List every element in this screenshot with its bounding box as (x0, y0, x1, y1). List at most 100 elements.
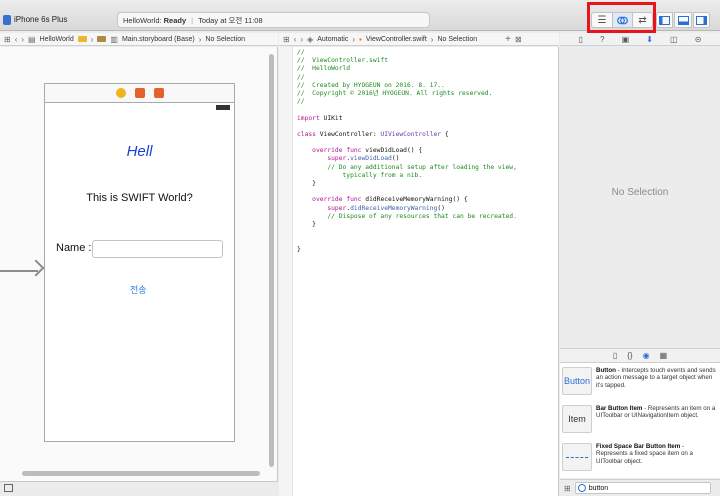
library-item-bar-button[interactable]: Item Bar Button Item - Represents an ite… (562, 405, 716, 440)
code-line[interactable] (297, 139, 517, 147)
activity-separator: | (191, 15, 194, 25)
fixed-space-preview-icon (562, 443, 592, 471)
code-line[interactable]: // ViewController.swift (297, 57, 517, 65)
library-search-bar: ⊞ button (560, 479, 720, 496)
chevron-right-icon: › (90, 34, 94, 44)
scheme-selector[interactable]: iPhone 6s Plus (0, 12, 70, 27)
close-editor-icon[interactable]: ⊠ (515, 35, 522, 44)
scheme-device-label: iPhone 6s Plus (14, 15, 68, 24)
library-item-fixed-space[interactable]: Fixed Space Bar Button Item - Represents… (562, 443, 716, 478)
library-item-title: Button (596, 367, 616, 374)
view-controller-scene[interactable] (44, 83, 235, 442)
jump-file[interactable]: Main.storyboard (Base) (122, 36, 195, 43)
quick-help-icon[interactable]: ? (600, 35, 604, 44)
back-arrow-icon[interactable]: ‹ (15, 35, 18, 44)
library-search-value[interactable]: button (589, 485, 608, 492)
toggle-navigator-button[interactable] (656, 12, 673, 28)
code-line[interactable]: class ViewController: UIViewController { (297, 131, 517, 139)
device-icon (3, 14, 11, 25)
code-line[interactable]: // Do any additional setup after loading… (297, 164, 517, 172)
file-template-icon[interactable]: ▯ (613, 351, 617, 360)
jump-mode[interactable]: Automatic (317, 36, 348, 43)
button-preview-icon: Button (562, 367, 592, 395)
exit-icon[interactable] (153, 88, 164, 98)
horizontal-scrollbar[interactable] (22, 471, 260, 476)
document-outline-icon[interactable] (4, 484, 13, 492)
code-jumpbar: ⊞ ‹ › ◈ Automatic › ▪ ViewController.swi… (279, 33, 559, 46)
name-text-field[interactable] (92, 240, 223, 258)
library-item-button[interactable]: Button Button - Intercepts touch events … (562, 367, 716, 402)
canvas-bottom-bar (0, 481, 278, 496)
toggle-utilities-button[interactable] (693, 12, 710, 28)
size-inspector-icon[interactable]: ◫ (670, 35, 678, 44)
code-line[interactable]: import UIKit (297, 115, 517, 123)
vertical-scrollbar[interactable] (269, 54, 274, 467)
inspector-empty-label: No Selection (611, 187, 669, 198)
inspector-tabs: ▯ ? ▣ ⬇ ◫ ⊝ (560, 33, 720, 46)
library-tabs: ▯ {} ◉ ▦ (560, 348, 720, 363)
jump-selection[interactable]: No Selection (205, 36, 245, 43)
source-code[interactable]: //// ViewController.swift// HelloWorld//… (297, 49, 517, 254)
library-item-description: Fixed Space Bar Button Item - Represents… (596, 443, 716, 478)
code-line[interactable] (297, 229, 517, 237)
library-item-description: Bar Button Item - Represents an item on … (596, 405, 716, 440)
activity-status: Ready (163, 15, 187, 25)
jump-code-file[interactable]: ViewController.swift (366, 36, 427, 43)
folder-icon[interactable] (77, 36, 87, 42)
code-line[interactable] (297, 106, 517, 114)
group-icon[interactable] (97, 36, 107, 42)
code-line[interactable]: } (297, 246, 517, 254)
related-items-icon[interactable]: ⊞ (283, 35, 290, 44)
code-line[interactable]: // (297, 98, 517, 106)
forward-arrow-icon[interactable]: › (300, 35, 303, 44)
title-label[interactable]: This is SWIFT World? (44, 192, 235, 204)
code-line[interactable]: // (297, 74, 517, 82)
code-line[interactable]: typically from a nib. (297, 172, 517, 180)
code-line[interactable]: super.didReceiveMemoryWarning() (297, 205, 517, 213)
library-search-field[interactable]: button (574, 482, 711, 494)
identity-inspector-icon[interactable]: ▣ (622, 35, 630, 44)
jump-code-selection[interactable]: No Selection (437, 36, 477, 43)
code-line[interactable]: // HelloWorld (297, 65, 517, 73)
code-line[interactable]: // (297, 49, 517, 57)
connections-inspector-icon[interactable]: ⊝ (695, 35, 702, 44)
code-snippet-icon[interactable]: {} (627, 351, 632, 360)
debug-area-icon (677, 15, 689, 25)
related-items-icon[interactable]: ⊞ (4, 35, 11, 44)
code-line[interactable]: // Dispose of any resources that can be … (297, 213, 517, 221)
attributes-inspector-icon[interactable]: ⬇ (646, 35, 653, 44)
object-library-icon[interactable]: ◉ (643, 351, 650, 360)
grid-view-icon[interactable]: ⊞ (564, 484, 571, 493)
utilities-panel-icon (696, 15, 707, 25)
storyboard-icon: ▥ (110, 34, 118, 44)
code-line[interactable] (297, 237, 517, 245)
library-item-title: Fixed Space Bar Button Item (596, 443, 681, 450)
code-line[interactable]: // Created by HYOGEUN on 2016. 8. 17.. (297, 82, 517, 90)
file-inspector-icon[interactable]: ▯ (579, 35, 583, 44)
battery-icon (216, 105, 230, 110)
media-library-icon[interactable]: ▦ (660, 351, 668, 360)
search-icon (577, 484, 586, 492)
jump-project[interactable]: HelloWorld (40, 36, 74, 43)
toggle-debug-area-button[interactable] (674, 12, 692, 28)
activity-project: HelloWorld: (123, 15, 162, 25)
add-editor-icon[interactable]: + (505, 34, 511, 45)
code-line[interactable]: super.viewDidLoad() (297, 155, 517, 163)
code-line[interactable] (297, 123, 517, 131)
send-button[interactable]: 전송 (130, 283, 147, 296)
code-line[interactable]: } (297, 180, 517, 188)
code-line[interactable]: override func didReceiveMemoryWarning() … (297, 196, 517, 204)
code-line[interactable]: override func viewDidLoad() { (297, 147, 517, 155)
scene-dock (44, 83, 235, 103)
code-line[interactable] (297, 188, 517, 196)
hell-label[interactable]: Hell (44, 143, 235, 160)
name-label[interactable]: Name : (56, 242, 91, 254)
code-line[interactable]: } (297, 221, 517, 229)
back-arrow-icon[interactable]: ‹ (294, 35, 297, 44)
first-responder-icon[interactable] (134, 88, 145, 98)
forward-arrow-icon[interactable]: › (21, 35, 24, 44)
view-controller-icon[interactable] (115, 88, 126, 98)
code-line[interactable]: // Copyright © 2016년 HYOGEUN. All rights… (297, 90, 517, 98)
navigator-panel-icon (659, 15, 670, 25)
chevron-right-icon: › (352, 34, 355, 44)
